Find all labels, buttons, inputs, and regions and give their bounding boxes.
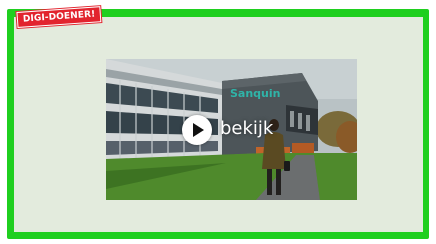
play-icon [182, 115, 212, 145]
play-button[interactable]: bekijk [106, 59, 357, 200]
play-label: bekijk [220, 118, 274, 139]
video-player[interactable]: Sanquin bekijk [106, 59, 357, 200]
